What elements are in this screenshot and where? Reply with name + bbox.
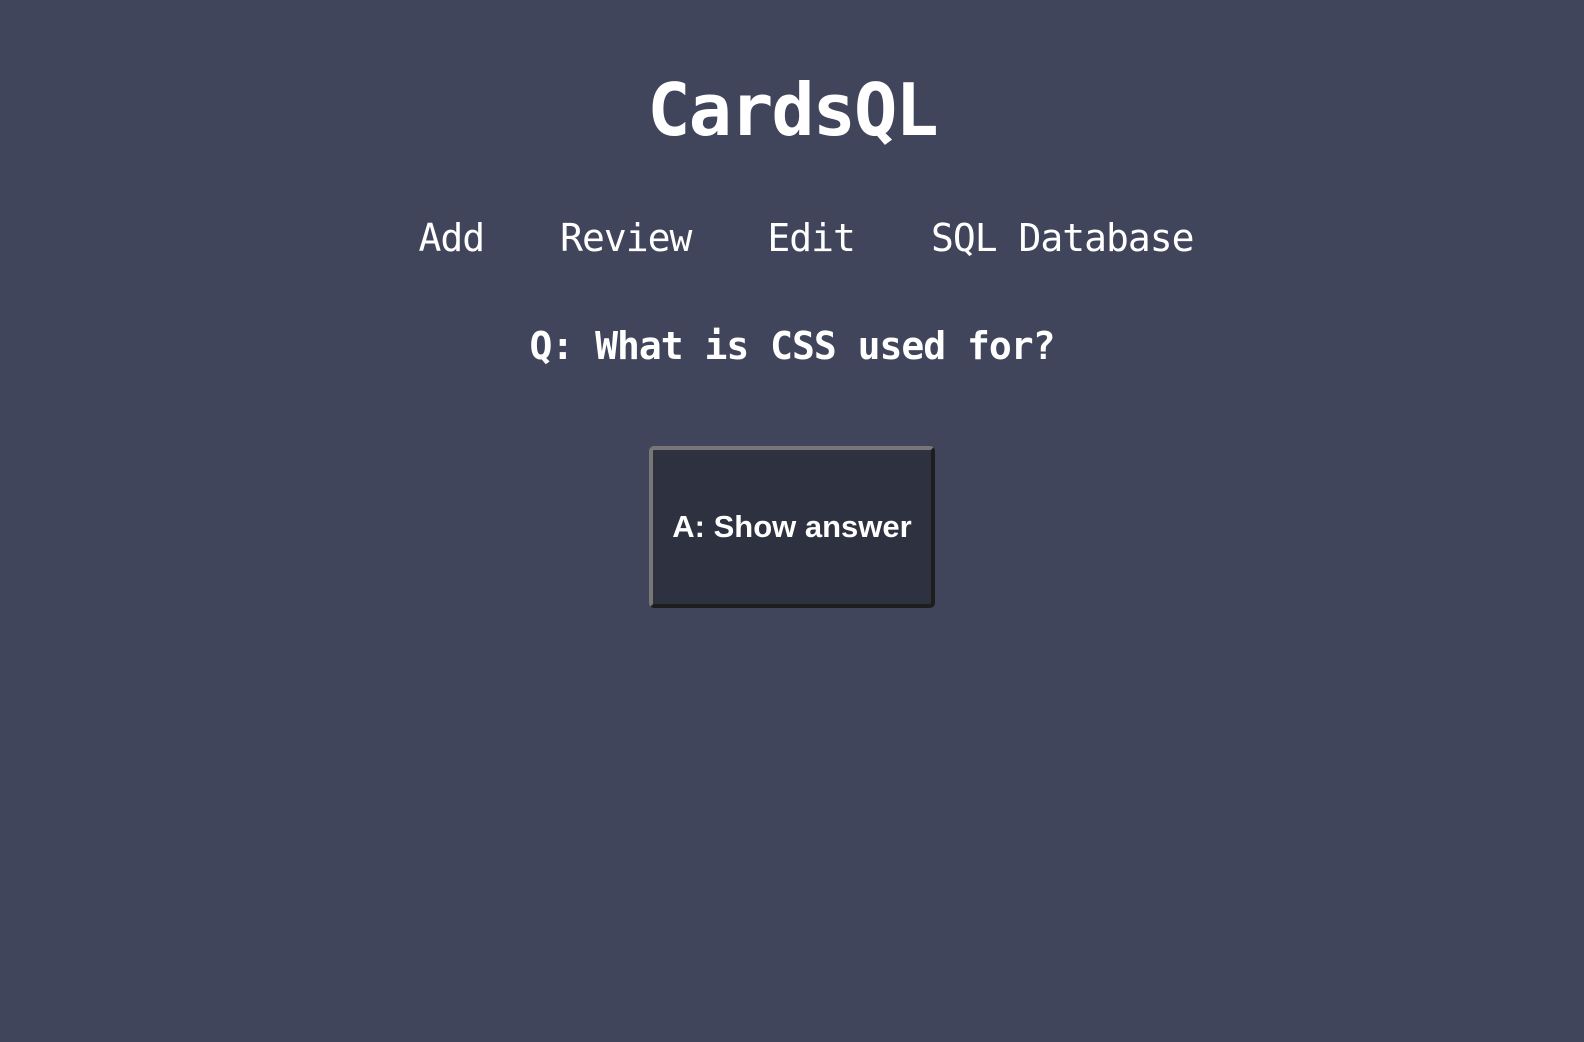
app-title: CardsQL [647,68,938,152]
nav-link-add[interactable]: Add [419,212,486,264]
nav-link-sql-database[interactable]: SQL Database [931,212,1195,264]
main-nav: Add Review Edit SQL Database [0,212,1584,264]
card-question: Q: What is CSS used for? [529,324,1055,368]
nav-link-review[interactable]: Review [560,212,692,264]
show-answer-button[interactable]: A: Show answer [649,446,935,608]
nav-link-edit[interactable]: Edit [767,212,856,264]
